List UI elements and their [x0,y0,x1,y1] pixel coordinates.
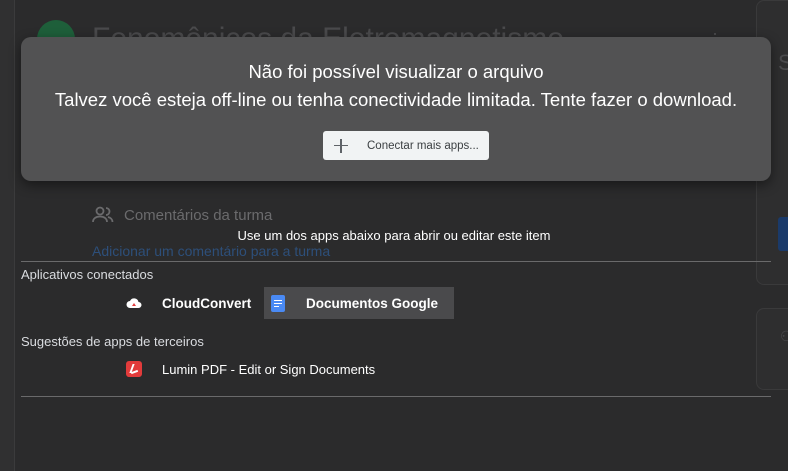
add-comment-link: Adicionar um comentário para a turma [92,243,331,259]
preview-error-card: Não foi possível visualizar o arquivo Ta… [21,37,771,181]
error-title: Não foi possível visualizar o arquivo [248,61,544,82]
error-message: Talvez você esteja off-line ou tenha con… [54,89,738,110]
app-google-docs[interactable]: Documentos Google [264,287,454,319]
class-comments-heading: Comentários da turma [92,206,272,224]
cloudconvert-icon [126,295,142,311]
open-with-instruction: Use um dos apps abaixo para abrir ou edi… [237,228,551,243]
comments-heading-text: Comentários da turma [124,206,273,224]
third-party-suggestions-label: Sugestões de apps de terceiros [21,334,204,349]
app-lumin-pdf[interactable]: Lumin PDF - Edit or Sign Documents [118,353,406,385]
divider [21,396,771,397]
divider [21,261,771,262]
people-icon [92,206,114,224]
right-side-card-2 [756,308,788,390]
connected-apps-label: Aplicativos conectados [21,267,154,282]
person-icon: ⚇ [780,328,788,344]
app-cloudconvert[interactable]: CloudConvert [118,287,272,319]
google-docs-icon [270,294,286,312]
plus-icon [334,138,348,153]
lumin-pdf-icon [126,361,142,377]
connect-button-label: Conectar mais apps... [367,139,479,152]
app-name: Lumin PDF - Edit or Sign Documents [162,361,376,377]
app-name: Documentos Google [306,295,439,311]
connect-more-apps-button[interactable]: Conectar mais apps... [323,131,489,160]
right-card-heading: S [778,50,788,75]
app-name: CloudConvert [162,295,252,311]
